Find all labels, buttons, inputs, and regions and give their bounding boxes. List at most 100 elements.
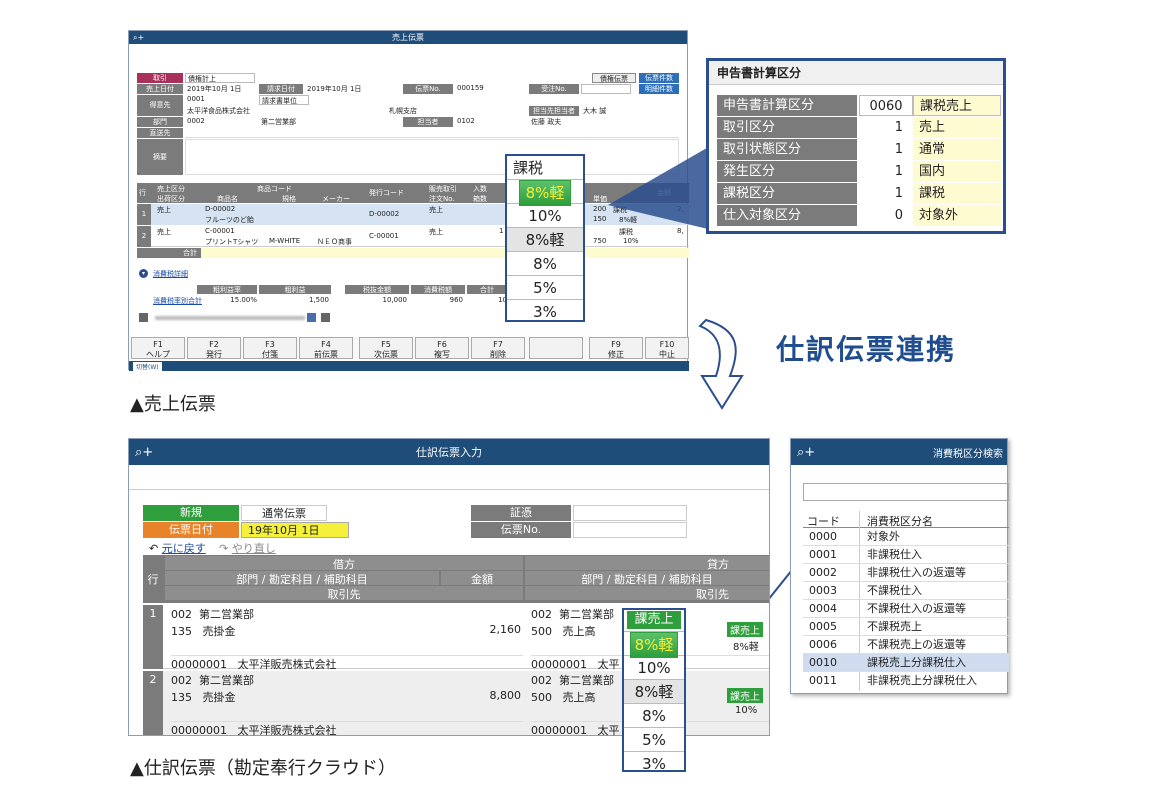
fkey-f10[interactable]: F10 中止 <box>645 337 689 359</box>
row-qty[interactable]: 1 <box>499 227 503 235</box>
val-voucher-type[interactable]: 通常伝票 <box>241 505 327 521</box>
dropdown-item[interactable]: 10% <box>624 656 684 680</box>
val-customer-name[interactable]: 太平洋食品株式会社 <box>185 106 385 116</box>
tax-tag[interactable]: 課売上 <box>727 688 763 703</box>
val-dept-code[interactable]: 0002 <box>185 117 255 127</box>
val-sales-date[interactable]: 2019年10月 1日 <box>185 84 255 94</box>
val-branch[interactable]: 札幌支店 <box>387 106 507 116</box>
row-code[interactable]: C-00001 <box>205 227 235 235</box>
row-trade[interactable]: 売上 <box>429 205 443 215</box>
debit-partner[interactable]: 00000001 太平洋販売株式会社 <box>171 721 523 738</box>
val-bill-date[interactable]: 2019年10月 1日 <box>305 84 385 94</box>
dropdown-item[interactable]: 8%軽 <box>624 680 684 704</box>
tax-detail-link[interactable]: 消費税詳細 <box>153 269 188 279</box>
row-taxrate[interactable]: 8%軽 <box>619 215 637 225</box>
list-item[interactable]: 0011 非課税売上分課税仕入 <box>803 672 1009 690</box>
dropdown-item[interactable]: 8% <box>624 704 684 728</box>
row-price[interactable]: 750 <box>593 237 606 245</box>
fkey-f9[interactable]: F9 修正 <box>589 337 643 359</box>
journal-tax-dropdown[interactable]: 課売上 8%軽 10% 8%軽 8% 5% 3% <box>622 608 686 773</box>
debit-acct[interactable]: 135 売掛金 <box>171 623 236 639</box>
val-customer-unit[interactable]: 請求書単位 <box>259 95 309 105</box>
dropdown-item[interactable]: 8%軽 <box>507 228 583 252</box>
row-qty[interactable]: 150 <box>593 215 606 223</box>
val-staff-name[interactable]: 佐藤 政夫 <box>529 117 589 127</box>
list-item[interactable]: 0003 不課税仕入 <box>803 582 1009 600</box>
search-plus-icon[interactable]: ⌕+ <box>129 33 159 43</box>
dropdown-item[interactable]: 8% <box>507 252 583 276</box>
dropdown-item[interactable]: 5% <box>624 728 684 752</box>
fkey-f8[interactable] <box>529 337 583 359</box>
panel-code[interactable]: 0060 <box>859 95 913 116</box>
list-item[interactable]: 0001 非課税仕入 <box>803 546 1009 564</box>
list-item-selected[interactable]: 0010 課税売上分課税仕入 <box>803 654 1009 672</box>
row-name[interactable]: プリントTシャツ <box>205 237 258 247</box>
val-order-no[interactable] <box>581 84 631 94</box>
row-amount[interactable]: 2, <box>677 205 684 213</box>
dropdown-item[interactable]: 10% <box>507 204 583 228</box>
row-issue[interactable]: D-00002 <box>369 210 399 218</box>
val-voucher-no[interactable] <box>573 522 687 538</box>
sales-tax-dropdown[interactable]: 課税 8%軽 10% 8%軽 8% 5% 3% <box>505 154 585 322</box>
row-tax[interactable]: 課税 <box>619 227 633 237</box>
fkey-f4[interactable]: F4 前伝票 <box>299 337 353 359</box>
sum-rate-link[interactable]: 消費税率別合計 <box>153 296 202 306</box>
credit-dept[interactable]: 002 第二営業部 <box>531 606 614 622</box>
list-item[interactable]: 0000 対象外 <box>803 528 1009 546</box>
credit-acct[interactable]: 500 売上高 <box>531 623 596 639</box>
val-memo[interactable] <box>185 139 679 175</box>
dropdown-item[interactable]: 3% <box>624 752 684 776</box>
panel-code[interactable]: 1 <box>859 117 913 138</box>
dropdown-item-selected[interactable]: 8%軽 <box>507 180 583 206</box>
val-voucher-no[interactable]: 000159 <box>455 84 515 94</box>
row-issue[interactable]: C-00001 <box>369 232 399 240</box>
search-plus-icon[interactable]: ⌕+ <box>129 445 189 460</box>
fkey-f5[interactable]: F5 次伝票 <box>359 337 413 359</box>
val-staff-code[interactable]: 0102 <box>455 117 515 127</box>
row-kind[interactable]: 売上 <box>157 205 171 215</box>
panel-code[interactable]: 1 <box>859 139 913 160</box>
redo-link[interactable]: ↷ やり直し <box>219 540 276 556</box>
prev-icon[interactable] <box>139 313 148 322</box>
refresh-icon[interactable] <box>321 313 330 322</box>
row-maker[interactable]: ＮＥＯ商事 <box>317 237 352 247</box>
fkey-f2[interactable]: F2 発行 <box>187 337 241 359</box>
dropdown-item[interactable]: 5% <box>507 276 583 300</box>
undo-link[interactable]: ↶ 元に戻す <box>149 540 206 556</box>
tax-tag[interactable]: 課売上 <box>727 622 763 637</box>
val-dept-name[interactable]: 第二営業部 <box>259 117 359 127</box>
fkey-f3[interactable]: F3 付箋 <box>243 337 297 359</box>
debit-dept[interactable]: 002 第二営業部 <box>171 606 254 622</box>
row-code[interactable]: D-00002 <box>205 205 235 213</box>
val-voucher-date[interactable]: 19年10月 1日 <box>241 522 349 538</box>
dropdown-item-selected[interactable]: 8%軽 <box>624 632 684 658</box>
fkey-f7[interactable]: F7 削除 <box>471 337 525 359</box>
list-item[interactable]: 0002 非課税仕入の返還等 <box>803 564 1009 582</box>
list-item[interactable]: 0005 不課税売上 <box>803 618 1009 636</box>
panel-code[interactable]: 1 <box>859 161 913 182</box>
row-taxrate[interactable]: 10% <box>623 237 639 245</box>
row-tax[interactable]: 課税 <box>613 205 627 215</box>
list-item[interactable]: 0006 不課税売上の返還等 <box>803 636 1009 654</box>
credit-dept[interactable]: 002 第二営業部 <box>531 672 614 688</box>
dropdown-item[interactable]: 3% <box>507 300 583 324</box>
debit-amount[interactable]: 8,800 <box>441 689 522 702</box>
val-certificate[interactable] <box>573 505 687 521</box>
row-price[interactable]: 200 <box>593 205 606 213</box>
row-trade[interactable]: 売上 <box>429 227 443 237</box>
row-name[interactable]: フルーツのど飴 <box>205 215 254 225</box>
debit-dept[interactable]: 002 第二営業部 <box>171 672 254 688</box>
fkey-f6[interactable]: F6 複写 <box>415 337 469 359</box>
debit-partner[interactable]: 00000001 太平洋販売株式会社 <box>171 655 523 672</box>
debit-amount[interactable]: 2,160 <box>441 623 522 636</box>
row-spec[interactable]: M-WHITE <box>269 237 300 245</box>
row-amount[interactable]: 8, <box>677 227 684 235</box>
btn-voucher-count[interactable]: 伝票件数 <box>639 73 679 83</box>
debit-acct[interactable]: 135 売掛金 <box>171 689 236 705</box>
panel-code[interactable]: 1 <box>859 183 913 204</box>
btn-detail-count[interactable]: 明細件数 <box>639 84 679 94</box>
search-plus-icon[interactable]: ⌕+ <box>791 445 831 460</box>
row-kind[interactable]: 売上 <box>157 227 171 237</box>
btn-credit-voucher[interactable]: 債権伝票 <box>592 73 636 83</box>
list-item[interactable]: 0004 不課税仕入の返還等 <box>803 600 1009 618</box>
